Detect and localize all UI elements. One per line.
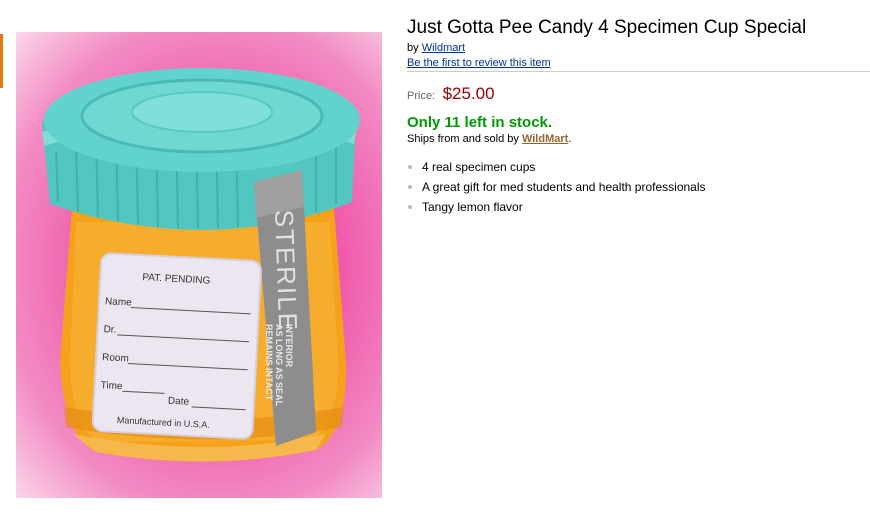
seal-line-3: REMAINS INTACT	[264, 324, 274, 401]
bullet-text: 4 real specimen cups	[422, 160, 536, 174]
by-prefix: by	[407, 42, 419, 54]
bullet-dot-icon	[408, 205, 412, 209]
left-edge-tab	[0, 34, 3, 88]
bullet-dot-icon	[408, 185, 412, 189]
label-dr: Dr.	[103, 324, 116, 336]
first-review-link[interactable]: Be the first to review this item	[407, 57, 551, 69]
brand-link[interactable]: Wildmart	[422, 42, 465, 54]
bullet-text: A great gift for med students and health…	[422, 180, 706, 194]
label-date: Date	[168, 396, 190, 408]
seal-line-1: INTERIOR	[284, 324, 294, 368]
ships-from: Ships from and sold by WildMart.	[407, 133, 870, 145]
product-image[interactable]: STERILE INTERIOR AS LONG AS SEAL REMAINS…	[16, 32, 382, 498]
price-value: $25.00	[442, 84, 495, 103]
byline: by Wildmart	[407, 42, 870, 54]
product-title: Just Gotta Pee Candy 4 Specimen Cup Spec…	[407, 17, 807, 38]
seal-line-2: AS LONG AS SEAL	[274, 324, 284, 407]
price-row: Price: $25.00	[407, 83, 870, 107]
label-time: Time	[100, 380, 123, 392]
specimen-label: PAT. PENDING Name Dr. Room Time Date Man…	[91, 252, 262, 440]
review-link-row: Be the first to review this item	[407, 57, 870, 69]
ships-prefix: Ships from and sold by	[407, 133, 519, 145]
bullet-text: Tangy lemon flavor	[422, 200, 523, 214]
label-name: Name	[105, 296, 133, 308]
stock-status: Only 11 left in stock.	[407, 114, 553, 131]
product-info: Just Gotta Pee Candy 4 Specimen Cup Spec…	[407, 16, 870, 217]
bullet-item: Tangy lemon flavor	[407, 197, 870, 217]
bullet-item: 4 real specimen cups	[407, 157, 870, 177]
label-room: Room	[102, 352, 129, 364]
price-label: Price:	[407, 90, 436, 102]
ships-suffix: .	[568, 133, 572, 145]
divider	[407, 71, 870, 72]
seller-link[interactable]: WildMart	[522, 133, 568, 145]
bullet-item: A great gift for med students and health…	[407, 177, 870, 197]
seal-sterile-text: STERILE	[269, 209, 303, 332]
feature-bullets: 4 real specimen cups A great gift for me…	[407, 157, 870, 217]
bullet-dot-icon	[408, 165, 412, 169]
